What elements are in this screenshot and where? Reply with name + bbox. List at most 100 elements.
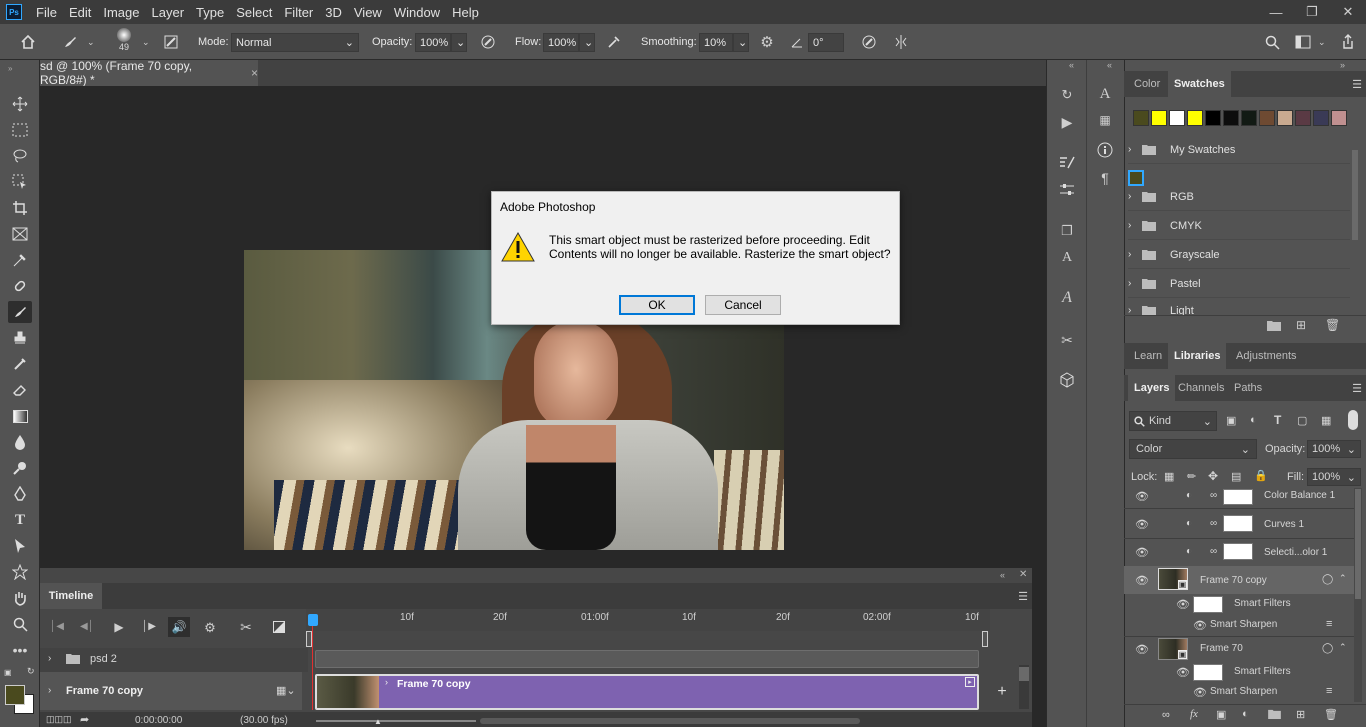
layer-row[interactable]: 👁 ◐ ∞ Selecti...olor 1 xyxy=(1124,538,1354,566)
recent-swatch[interactable] xyxy=(1169,110,1185,126)
custom-shape-tool-icon[interactable] xyxy=(8,561,32,583)
layer-name[interactable]: Curves 1 xyxy=(1264,519,1304,530)
history-icon[interactable]: ↻ xyxy=(1057,84,1077,104)
chevron-up-icon[interactable]: ⌃ xyxy=(1339,642,1347,653)
layer-mask-thumbnail[interactable] xyxy=(1223,515,1253,532)
close-timeline-icon[interactable]: ✕ xyxy=(1019,569,1027,580)
panel-menu-icon[interactable]: ☰ xyxy=(1352,382,1362,395)
foreground-color-swatch[interactable] xyxy=(5,685,25,705)
visibility-eye-icon[interactable]: 👁 xyxy=(1135,518,1149,531)
swatch-group-grayscale[interactable]: › Grayscale xyxy=(1128,241,1350,269)
swap-colors-icon[interactable]: ↻ xyxy=(27,666,35,677)
new-layer-icon[interactable]: ⊞ xyxy=(1296,708,1305,721)
blend-mode-select[interactable]: Color ⌄ xyxy=(1129,439,1257,459)
track-menu-icon[interactable]: ▦⌄ xyxy=(276,684,296,697)
brush-tool-icon[interactable] xyxy=(60,32,80,52)
layer-style-icon[interactable]: fx xyxy=(1190,708,1198,720)
marquee-tool-icon[interactable] xyxy=(8,119,32,141)
scissors-icon[interactable]: ✂ xyxy=(237,618,255,636)
pressure-size-icon[interactable] xyxy=(859,32,879,52)
swatch-libraries-icon[interactable]: ▦ xyxy=(1095,110,1115,130)
smart-filters-row[interactable]: 👁 Smart Filters xyxy=(1124,662,1354,684)
collapse-dock-icon[interactable]: « xyxy=(1069,60,1074,70)
filter-row[interactable]: 👁 Smart Sharpen ≡ xyxy=(1124,616,1354,636)
zoom-slider-handle[interactable]: ▲ xyxy=(374,717,382,726)
layer-row[interactable]: 👁 ▣ Frame 70 ◯ ⌃ xyxy=(1124,636,1354,662)
chevron-right-icon[interactable]: › xyxy=(48,685,51,696)
convert-icon[interactable]: ➦ xyxy=(80,713,89,726)
brush-preset-picker[interactable]: 49 xyxy=(111,28,137,56)
visibility-eye-icon[interactable]: 👁 xyxy=(1135,643,1149,656)
smart-filter-icon[interactable]: ◯ xyxy=(1322,643,1333,654)
tab-channels[interactable]: Channels xyxy=(1172,375,1230,401)
blur-tool-icon[interactable] xyxy=(8,431,32,453)
chevron-down-icon[interactable]: ⌄ xyxy=(1318,37,1326,48)
layer-row[interactable]: 👁 ◐ ∞ Color Balance 1 xyxy=(1124,488,1354,506)
swatch-scroll-thumb[interactable] xyxy=(1352,150,1358,240)
character-icon[interactable]: A xyxy=(1095,84,1115,104)
swatch-group-light[interactable]: › Light xyxy=(1128,299,1350,315)
delete-icon[interactable]: 🗑 xyxy=(1325,318,1340,332)
mode-select[interactable]: Normal ⌄ xyxy=(231,33,359,52)
gradient-tool-icon[interactable] xyxy=(8,405,32,427)
filter-mask-thumbnail[interactable] xyxy=(1193,664,1223,681)
move-tool-icon[interactable] xyxy=(8,93,32,115)
menu-edit[interactable]: Edit xyxy=(63,5,97,20)
filter-blending-options-icon[interactable]: ≡ xyxy=(1326,685,1332,697)
smoothing-field[interactable]: 10% xyxy=(699,33,733,52)
filter-toggle[interactable] xyxy=(1348,410,1358,430)
menu-image[interactable]: Image xyxy=(97,5,145,20)
smart-filters-row[interactable]: 👁 Smart Filters xyxy=(1124,594,1354,616)
layer-name[interactable]: Frame 70 xyxy=(1200,643,1243,654)
chevron-right-icon[interactable]: › xyxy=(1128,144,1142,155)
new-group-icon[interactable] xyxy=(1267,320,1281,331)
tab-color[interactable]: Color xyxy=(1128,71,1166,97)
menu-view[interactable]: View xyxy=(348,5,388,20)
paragraph-icon[interactable]: ¶ xyxy=(1095,168,1115,188)
chevron-right-icon[interactable]: › xyxy=(1128,305,1142,315)
history-brush-tool-icon[interactable] xyxy=(8,353,32,375)
frame-70-copy-clip[interactable]: › Frame 70 copy ▸ xyxy=(315,674,979,710)
menu-layer[interactable]: Layer xyxy=(146,5,191,20)
swatch-group-my-swatches[interactable]: › My Swatches xyxy=(1128,136,1350,164)
layer-filter-select[interactable]: Kind ⌄ xyxy=(1129,411,1217,431)
pressure-opacity-icon[interactable] xyxy=(478,32,498,52)
recent-swatch[interactable] xyxy=(1151,110,1167,126)
filter-shape-icon[interactable]: ▢ xyxy=(1297,414,1307,427)
filter-row[interactable]: 👁 Smart Sharpen ≡ xyxy=(1124,684,1354,702)
hand-tool-icon[interactable] xyxy=(8,587,32,609)
recent-swatch[interactable] xyxy=(1331,110,1347,126)
layer-name[interactable]: Frame 70 copy xyxy=(1200,575,1267,586)
recent-swatch[interactable] xyxy=(1205,110,1221,126)
close-tab-icon[interactable]: × xyxy=(251,66,258,80)
panel-menu-icon[interactable]: ☰ xyxy=(1018,590,1028,603)
tab-libraries[interactable]: Libraries xyxy=(1168,343,1227,369)
panel-menu-icon[interactable]: ☰ xyxy=(1352,78,1362,91)
menu-filter[interactable]: Filter xyxy=(278,5,319,20)
collapse-dock-icon[interactable]: « xyxy=(1107,60,1112,70)
type-tool-icon[interactable]: T xyxy=(8,509,32,531)
filter-blending-options-icon[interactable]: ≡ xyxy=(1326,618,1332,630)
new-swatch-icon[interactable]: ⊞ xyxy=(1296,318,1306,332)
recent-swatch[interactable] xyxy=(1313,110,1329,126)
workspace-icon[interactable] xyxy=(1293,32,1313,52)
filter-smart-object-icon[interactable]: ▦ xyxy=(1321,414,1331,427)
recent-swatch[interactable] xyxy=(1223,110,1239,126)
eraser-tool-icon[interactable] xyxy=(8,379,32,401)
adjustments-sliders-icon[interactable] xyxy=(1057,180,1077,200)
menu-help[interactable]: Help xyxy=(446,5,485,20)
menu-select[interactable]: Select xyxy=(230,5,278,20)
object-selection-tool-icon[interactable] xyxy=(8,171,32,193)
cancel-button[interactable]: Cancel xyxy=(705,295,781,315)
track-psd2[interactable]: › psd 2 xyxy=(40,648,308,672)
collapse-toolbar-icon[interactable]: » xyxy=(8,64,12,73)
menu-type[interactable]: Type xyxy=(190,5,230,20)
adjustment-layer-icon[interactable]: ◐ xyxy=(1242,708,1249,720)
crop-tool-icon[interactable] xyxy=(8,197,32,219)
playhead-icon[interactable] xyxy=(308,614,318,626)
chevron-right-icon[interactable]: › xyxy=(1128,220,1142,231)
menu-window[interactable]: Window xyxy=(388,5,446,20)
airbrush-icon[interactable] xyxy=(604,32,624,52)
smoothing-dropdown[interactable]: ⌄ xyxy=(733,33,749,52)
character-styles-icon[interactable]: A xyxy=(1057,248,1077,268)
